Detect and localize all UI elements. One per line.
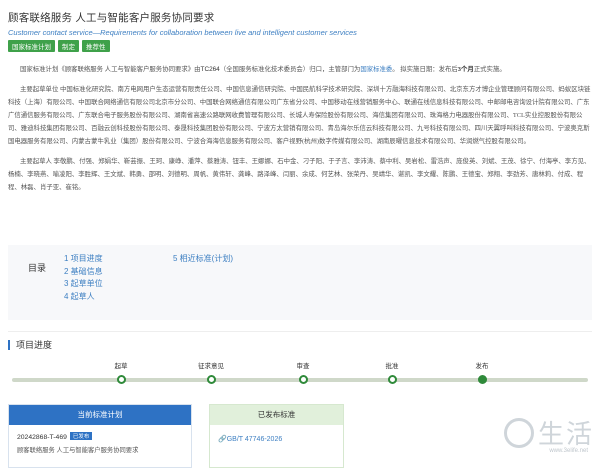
status-badge: 已发布: [69, 432, 93, 440]
divider: [8, 331, 592, 332]
watermark-logo-icon: [504, 418, 534, 448]
stage-node-publish: [478, 375, 487, 384]
current-plan-header: 当前标准计划: [9, 405, 191, 425]
toc-item-progress[interactable]: 1 项目进度: [64, 253, 103, 266]
published-standard-header: 已发布标准: [210, 405, 343, 425]
stage-node-comment: [207, 375, 216, 384]
drafters: 主要起草人 李敬鹏、付强、郑娟华、靳芸振、王珂、康峥、潘萍、蔡雅涛、钮丰、王娜娜…: [8, 158, 591, 191]
toc-column-left: 1 项目进度 2 基础信息 3 起草单位 4 起草人: [64, 253, 103, 303]
plan-name: 顾客联络服务 人工与智能客户服务协同要求: [17, 447, 139, 454]
published-standard-body: 🔗GB/T 47746-2026: [210, 425, 343, 450]
table-of-contents: 目录 1 项目进度 2 基础信息 3 起草单位 4 起草人 5 相近标准(计划): [8, 245, 592, 320]
watermark-text: 生活: [537, 420, 594, 450]
stage-label-review: 审查: [296, 363, 310, 370]
tag-nature: 制定: [58, 40, 79, 52]
current-plan-card: 当前标准计划 20242868-T-469 已发布 顾客联络服务 人工与智能客户服…: [8, 404, 192, 468]
section-title-progress: 项目进度: [8, 340, 52, 350]
tag-plan-type: 国家标准计划: [8, 40, 55, 52]
stage-label-comment: 征求意见: [198, 363, 224, 370]
plan-number[interactable]: 20242868-T-469: [17, 434, 67, 441]
standard-link[interactable]: 🔗GB/T 47746-2026: [218, 435, 335, 443]
watermark-url: www.3elife.net: [549, 448, 588, 454]
stage-label-publish: 发布: [475, 363, 489, 370]
stage-node-approve: [388, 375, 397, 384]
toc-title: 目录: [28, 263, 47, 273]
progress-timeline: 起草 征求意见 审查 批准 发布: [8, 357, 592, 397]
page-header: 顾客联络服务 人工与智能客户服务协同要求 Customer contact se…: [8, 10, 592, 52]
stage-node-draft: [117, 375, 126, 384]
stage-label-draft: 起草: [114, 363, 128, 370]
toc-column-right: 5 相近标准(计划): [173, 253, 233, 266]
watermark: 生活 www.3elife.net: [504, 414, 594, 454]
stage-label-approve: 批准: [385, 363, 399, 370]
tag-recommended: 推荐性: [82, 40, 110, 52]
toc-item-basic-info[interactable]: 2 基础信息: [64, 266, 103, 279]
standard-number[interactable]: GB/T 47746-2026: [227, 436, 283, 443]
dept-link[interactable]: 国家标准委: [360, 66, 392, 73]
summary-intro: 国家标准计划《顾客联络服务 人工与智能客户服务协同要求》由TC264（全国服务标…: [20, 66, 506, 73]
link-icon: 🔗: [218, 436, 227, 443]
page-title-en: Customer contact service—Requirements fo…: [8, 28, 357, 37]
toc-item-drafting-units[interactable]: 3 起草单位: [64, 278, 103, 291]
tag-list: 国家标准计划 制定 推荐性: [8, 40, 592, 52]
summary: 国家标准计划《顾客联络服务 人工与智能客户服务协同要求》由TC264（全国服务标…: [8, 63, 592, 201]
toc-item-drafters[interactable]: 4 起草人: [64, 291, 103, 304]
published-standard-card: 已发布标准 🔗GB/T 47746-2026: [209, 404, 344, 468]
drafting-units: 主要起草单位 中国标准化研究院、南方电网用户生态运营有限责任公司、中国信息通信研…: [8, 86, 591, 145]
toc-item-similar-standards[interactable]: 5 相近标准(计划): [173, 253, 233, 266]
plan-number-row: 20242868-T-469 已发布: [17, 432, 183, 441]
stage-node-review: [299, 375, 308, 384]
implementation-months: 3个月: [457, 66, 474, 73]
tc-link[interactable]: TC264: [201, 66, 220, 73]
current-plan-body: 20242868-T-469 已发布 顾客联络服务 人工与智能客户服务协同要求: [9, 425, 191, 461]
page-title: 顾客联络服务 人工与智能客户服务协同要求: [8, 12, 215, 24]
